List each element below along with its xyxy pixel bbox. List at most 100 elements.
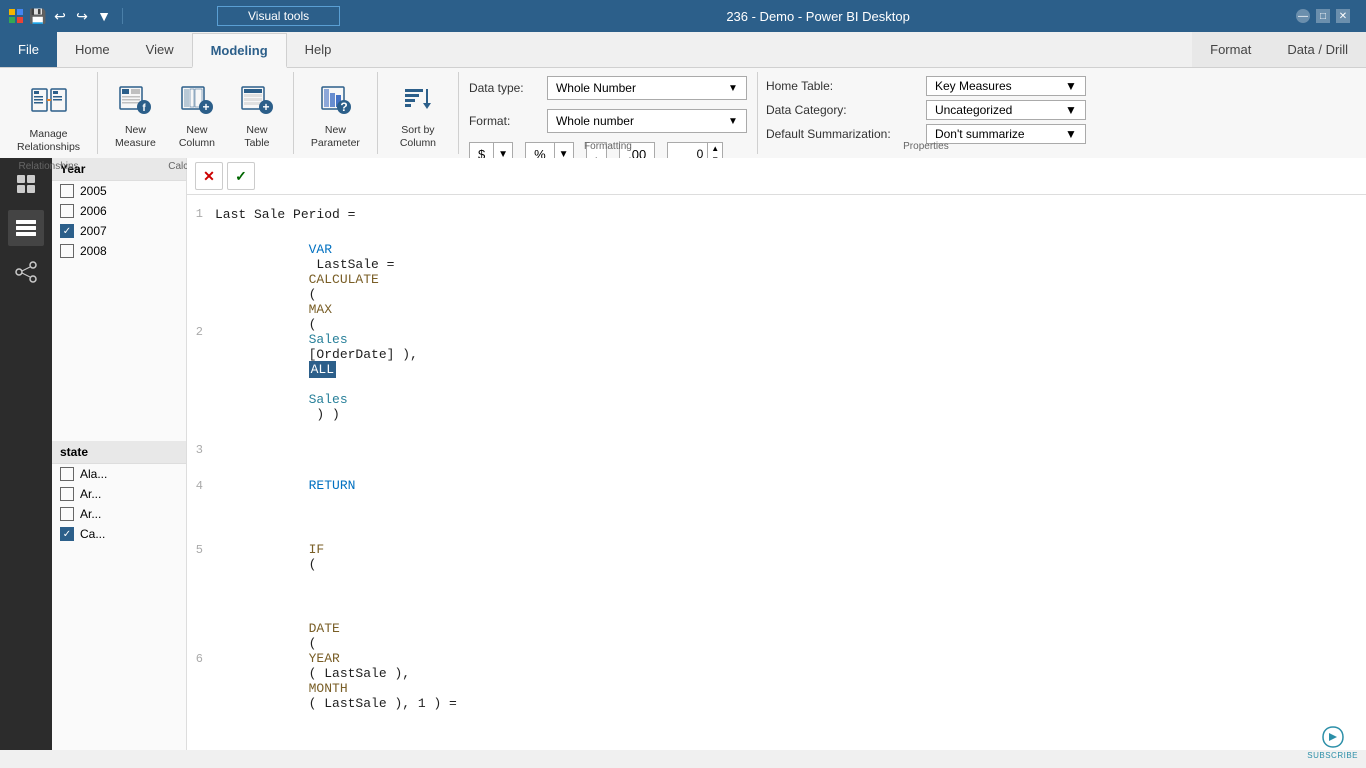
code-content-1[interactable]: Last Sale Period = [215,207,1366,222]
sidebar-item-data[interactable] [8,210,44,246]
year1-args: ( LastSale ), [309,666,418,681]
datatype-value: Whole Number [556,81,636,95]
tab-format[interactable]: Format [1192,32,1269,67]
field-item-2008[interactable]: 2008 [52,241,186,261]
sort-by-column-icon [401,81,435,120]
field-item-2007[interactable]: ✓ 2007 [52,221,186,241]
code-content-6[interactable]: DATE ( YEAR ( LastSale ), MONTH ( LastSa… [215,591,1366,726]
checkbox-2007[interactable]: ✓ [60,224,74,238]
new-parameter-button[interactable]: ? New Parameter [302,76,369,148]
formatting-group-label: Formatting [459,141,757,152]
svg-text:+: + [202,100,209,114]
subscribe-badge: SUBSCRIBE [1307,723,1358,760]
save-icon[interactable]: 💾 [30,8,46,24]
checkbox-2008[interactable] [60,244,74,258]
summarization-arrow: ▼ [1065,127,1077,141]
line-num-1: 1 [187,207,215,221]
tab-help[interactable]: Help [287,32,350,67]
new-table-label: New Table [244,124,269,149]
redo-icon[interactable]: ↪ [74,8,90,24]
code-content-7[interactable]: DATE ( YEAR ( MAX ( Dates [Date] ) ), MO… [215,730,1366,750]
checkbox-ala[interactable] [60,467,74,481]
cancel-edit-button[interactable]: ✕ [195,162,223,190]
field-item-ar1[interactable]: Ar... [52,484,186,504]
new-column-icon: + [180,81,214,120]
line-num-5: 5 [187,543,215,557]
code-line-5: 5 IF ( [187,510,1366,589]
field-item-ar2[interactable]: Ar... [52,504,186,524]
tab-modeling[interactable]: Modeling [192,33,287,68]
code-content-2[interactable]: VAR LastSale = CALCULATE ( MAX ( Sales [… [215,227,1366,437]
code-line-2: 2 VAR LastSale = CALCULATE ( MAX ( Sales… [187,225,1366,439]
new-measure-label: New Measure [115,124,156,149]
new-table-button[interactable]: + New Table [229,76,285,148]
separator [122,8,123,24]
field-label-2006: 2006 [80,204,107,218]
code-content-3[interactable] [215,443,1366,458]
field-item-ca[interactable]: ✓ Ca... [52,524,186,544]
maximize-btn[interactable]: □ [1316,9,1330,23]
paren1: ( [309,287,325,302]
code-line-1: 1 Last Sale Period = [187,203,1366,225]
datacategory-dropdown[interactable]: Uncategorized ▼ [926,100,1086,120]
hometable-dropdown[interactable]: Key Measures ▼ [926,76,1086,96]
ribbon-group-calculations: f New Measure + New Column [98,72,294,154]
datatype-dropdown[interactable]: Whole Number ▼ [547,76,747,100]
sales2 [309,377,317,392]
quick-access-dropdown[interactable]: ▼ [96,8,112,24]
checkbox-2006[interactable] [60,204,74,218]
code-area: 1 Last Sale Period = 2 VAR LastSale = CA… [187,195,1366,750]
title-bar: 💾 ↩ ↪ ▼ Visual tools 236 - Demo - Power … [0,0,1366,32]
tab-row: File Home View Modeling Help Format Data… [0,32,1366,68]
tab-view[interactable]: View [128,32,192,67]
manage-relationships-button[interactable]: Manage Relationships [8,76,89,148]
state-header: state [52,441,186,464]
checkbox-ar1[interactable] [60,487,74,501]
sort-by-column-button[interactable]: Sort by Column [386,76,450,148]
max-fn: MAX [309,302,332,317]
line-num-4: 4 [187,479,215,493]
confirm-edit-button[interactable]: ✓ [227,162,255,190]
datacategory-row: Data Category: Uncategorized ▼ [766,100,1086,120]
new-measure-button[interactable]: f New Measure [106,76,165,148]
new-parameter-icon: ? [318,81,352,120]
new-column-button[interactable]: + New Column [169,76,225,148]
indent6 [309,606,371,621]
tab-datadrill[interactable]: Data / Drill [1269,32,1366,67]
subscribe-text: SUBSCRIBE [1307,751,1358,760]
format-value: Whole number [556,114,634,128]
format-dropdown[interactable]: Whole number ▼ [547,109,747,133]
ribbon-group-relationships: Manage Relationships Relationships [0,72,98,154]
field-item-2006[interactable]: 2006 [52,201,186,221]
datatype-label: Data type: [469,81,539,95]
tab-home[interactable]: Home [57,32,128,67]
checkbox-2005[interactable] [60,184,74,198]
code-content-5[interactable]: IF ( [215,512,1366,587]
sales-table: Sales [309,332,348,347]
minimize-btn[interactable]: — [1296,9,1310,23]
hometable-arrow: ▼ [1065,79,1077,93]
checkbox-ar2[interactable] [60,507,74,521]
field-label-ala: Ala... [80,467,107,481]
title-bar-icons[interactable]: 💾 ↩ ↪ ▼ [8,8,127,24]
field-panel: Year 2005 2006 ✓ 2007 2008 [52,158,187,750]
confirm-icon: ✓ [235,168,247,185]
new-column-label: New Column [179,124,215,149]
field-item-ala[interactable]: Ala... [52,464,186,484]
field-item-2005[interactable]: 2005 [52,181,186,201]
hometable-label: Home Table: [766,79,926,93]
ribbon-group-sort: Sort by Column Sort [378,72,459,154]
code-line-4: 4 RETURN [187,461,1366,510]
code-content-4[interactable]: RETURN [215,463,1366,508]
tab-file[interactable]: File [0,32,57,67]
ribbon-group-whatif: ? New Parameter What If [294,72,378,154]
editor-area: Year 2005 2006 ✓ 2007 2008 [52,158,1366,750]
format-label: Format: [469,114,539,128]
format-arrow: ▼ [728,116,738,127]
undo-icon[interactable]: ↩ [52,8,68,24]
field-label-ar2: Ar... [80,507,101,521]
code-line-6: 6 DATE ( YEAR ( LastSale ), MONTH ( Last… [187,589,1366,728]
sidebar-item-model[interactable] [8,254,44,290]
checkbox-ca[interactable]: ✓ [60,527,74,541]
close-btn[interactable]: ✕ [1336,9,1350,23]
